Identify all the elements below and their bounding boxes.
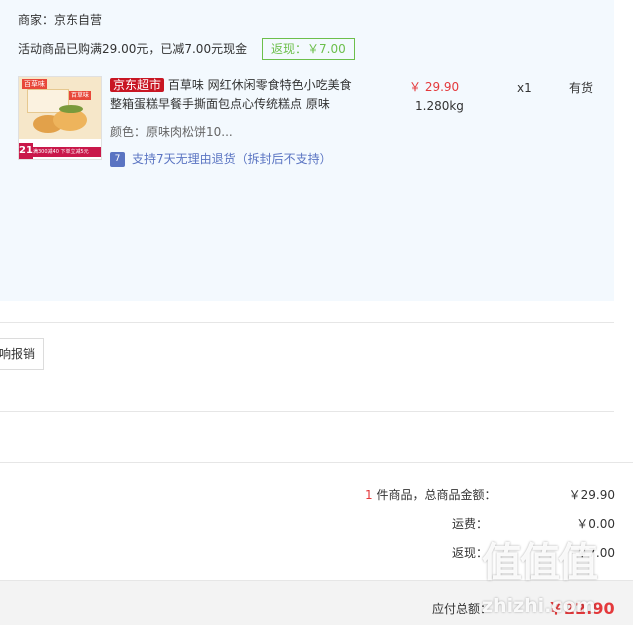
product-title-block[interactable]: 京东超市 百草味 网红休闲零食特色小吃美食整箱蛋糕早餐手撕面包点心传统糕点 原味 bbox=[110, 76, 355, 114]
divider bbox=[0, 411, 614, 412]
rebate-label: 返现： bbox=[451, 546, 488, 560]
return-policy: 7 支持7天无理由退货（拆封后不支持） bbox=[110, 151, 332, 167]
product-thumbnail[interactable]: 百草味 百草味 21 满300减40 下单立减5元 bbox=[18, 76, 102, 160]
watermark-logo: 值值值 bbox=[482, 540, 598, 586]
shipping-label: 运费： bbox=[451, 517, 488, 531]
thumb-brand: 百草味 bbox=[22, 79, 47, 89]
thumb-brand-2: 百草味 bbox=[69, 91, 92, 100]
promo-text: 活动商品已购满29.00元，已减7.00元现金 bbox=[18, 42, 248, 56]
shop-label: 商家：京东自营 bbox=[18, 13, 103, 27]
shipping-fee: ￥0.00 bbox=[576, 517, 615, 531]
return-policy-text: 支持7天无理由退货（拆封后不支持） bbox=[132, 152, 332, 166]
product-color: 颜色：原味肉松饼10... bbox=[110, 125, 233, 139]
rebate-tag: 返现：￥7.00 bbox=[262, 38, 355, 60]
total-amount: ￥29.90 bbox=[568, 488, 615, 502]
item-count-label: 件商品，总商品金额： bbox=[372, 488, 497, 502]
item-count-summary: 1 件商品，总商品金额： bbox=[365, 487, 496, 503]
seven-day-return-icon: 7 bbox=[110, 151, 125, 167]
thumb-promo-strip: 满300减40 下单立减5元 bbox=[33, 147, 101, 157]
divider bbox=[0, 462, 633, 463]
product-weight: 1.280kg bbox=[415, 99, 464, 113]
divider bbox=[0, 322, 614, 323]
jd-supermarket-badge: 京东超市 bbox=[110, 78, 165, 92]
product-stock: 有货 bbox=[569, 81, 594, 95]
reimbursement-option-button[interactable]: 影响报销 bbox=[0, 338, 45, 370]
item-count: 1 bbox=[365, 488, 373, 502]
product-price: ￥ 29.90 bbox=[409, 80, 460, 94]
thumb-promo-number: 21 bbox=[19, 143, 33, 159]
watermark-domain: zhizhi.com bbox=[482, 595, 596, 617]
product-quantity: x1 bbox=[517, 81, 532, 95]
